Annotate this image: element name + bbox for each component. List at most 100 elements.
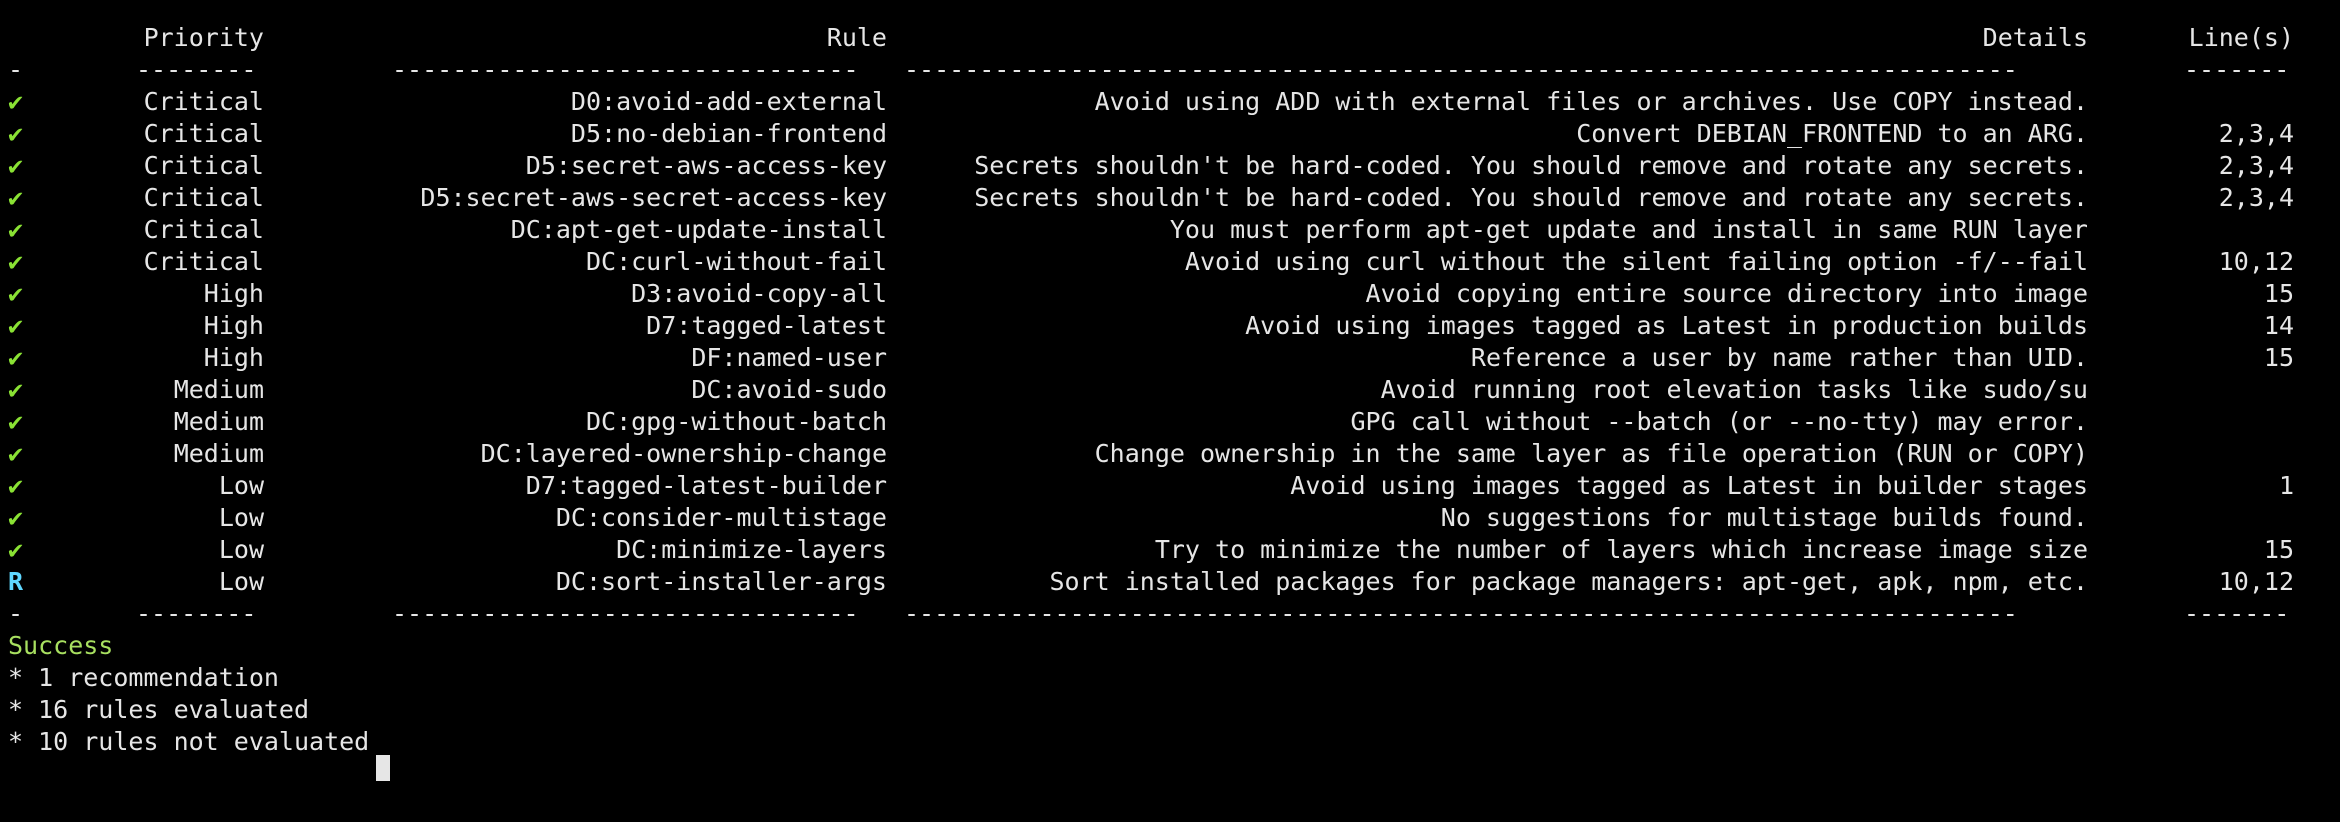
- check-mark-icon: ✔: [8, 215, 24, 244]
- result-status: Success: [8, 631, 114, 660]
- row-rule: DC:avoid-sudo: [691, 375, 887, 404]
- check-mark-icon: ✔: [8, 503, 24, 532]
- header-rule: Rule: [826, 23, 887, 52]
- row-lines: 10,12: [2218, 247, 2294, 276]
- row-rule: D0:avoid-add-external: [570, 87, 887, 116]
- check-mark-icon: ✔: [8, 375, 24, 404]
- header-priority: Priority: [143, 23, 264, 52]
- row-rule: D7:tagged-latest: [646, 311, 887, 340]
- check-mark-icon: ✔: [8, 407, 24, 436]
- row-priority: Low: [218, 535, 264, 564]
- summary-recommendations: * 1 recommendation: [8, 663, 279, 692]
- row-rule: D5:secret-aws-secret-access-key: [420, 183, 887, 212]
- row-rule: DC:consider-multistage: [555, 503, 887, 532]
- check-mark-icon: ✔: [8, 535, 24, 564]
- row-priority: High: [203, 311, 264, 340]
- row-details: Avoid using ADD with external files or a…: [1094, 87, 2088, 116]
- row-details: Avoid using curl without the silent fail…: [1184, 247, 2088, 276]
- row-lines: 1: [2278, 471, 2294, 500]
- table-header: Priority Rule Details Line(s): [0, 22, 2340, 54]
- row-priority: Low: [218, 471, 264, 500]
- check-mark-icon: ✔: [8, 279, 24, 308]
- separator-details: ----------------------------------------…: [904, 55, 2018, 84]
- table-row: ✔ Critical D5:secret-aws-secret-access-k…: [0, 182, 2340, 214]
- check-mark-icon: ✔: [8, 183, 24, 212]
- row-lines: 15: [2263, 343, 2294, 372]
- check-mark-icon: ✔: [8, 87, 24, 116]
- separator-priority: --------: [136, 599, 257, 628]
- table-separator-bottom: - -------- -----------------------------…: [0, 598, 2340, 630]
- row-details: Reference a user by name rather than UID…: [1470, 343, 2088, 372]
- table-row: ✔ High DF:named-user Reference a user by…: [0, 342, 2340, 374]
- check-mark-icon: ✔: [8, 311, 24, 340]
- row-details: Change ownership in the same layer as fi…: [1094, 439, 2088, 468]
- row-rule: DC:curl-without-fail: [585, 247, 887, 276]
- table-row: ✔ Critical D5:secret-aws-access-key Secr…: [0, 150, 2340, 182]
- row-rule: D5:no-debian-frontend: [570, 119, 887, 148]
- row-lines: 2,3,4: [2218, 183, 2294, 212]
- row-rule: DC:sort-installer-args: [555, 567, 887, 596]
- table-row: ✔ Medium DC:layered-ownership-change Cha…: [0, 438, 2340, 470]
- row-details: Convert DEBIAN_FRONTEND to an ARG.: [1576, 119, 2088, 148]
- check-mark-icon: ✔: [8, 471, 24, 500]
- row-priority: Medium: [173, 375, 264, 404]
- row-lines: 2,3,4: [2218, 119, 2294, 148]
- table-row: ✔ Critical D0:avoid-add-external Avoid u…: [0, 86, 2340, 118]
- row-lines: 15: [2263, 279, 2294, 308]
- row-lines: 10,12: [2218, 567, 2294, 596]
- row-details: Secrets shouldn't be hard-coded. You sho…: [974, 183, 2088, 212]
- row-priority: Medium: [173, 407, 264, 436]
- row-lines: 15: [2263, 535, 2294, 564]
- row-priority: Critical: [143, 215, 264, 244]
- table-row: ✔ Medium DC:gpg-without-batch GPG call w…: [0, 406, 2340, 438]
- row-priority: Critical: [143, 183, 264, 212]
- row-rule: D3:avoid-copy-all: [631, 279, 887, 308]
- text-cursor[interactable]: [376, 755, 390, 781]
- separator-lines: -------: [2184, 599, 2290, 628]
- row-priority: Critical: [143, 247, 264, 276]
- row-priority: Critical: [143, 119, 264, 148]
- row-details: Avoid running root elevation tasks like …: [1380, 375, 2088, 404]
- row-priority: High: [203, 279, 264, 308]
- separator-lines: -------: [2184, 55, 2290, 84]
- row-details: You must perform apt-get update and inst…: [1169, 215, 2088, 244]
- row-priority: High: [203, 343, 264, 372]
- check-mark-icon: ✔: [8, 151, 24, 180]
- table-row: ✔ High D3:avoid-copy-all Avoid copying e…: [0, 278, 2340, 310]
- check-mark-icon: ✔: [8, 343, 24, 372]
- separator-rule: -------------------------------: [392, 599, 859, 628]
- table-row: ✔ Critical D5:no-debian-frontend Convert…: [0, 118, 2340, 150]
- row-lines: 14: [2263, 311, 2294, 340]
- row-rule: DC:gpg-without-batch: [585, 407, 887, 436]
- separator-rule: -------------------------------: [392, 55, 859, 84]
- header-details: Details: [1982, 23, 2088, 52]
- check-mark-icon: ✔: [8, 439, 24, 468]
- separator-details: ----------------------------------------…: [904, 599, 2018, 628]
- shell-prompt[interactable]: [8, 752, 390, 784]
- row-rule: D5:secret-aws-access-key: [525, 151, 887, 180]
- row-rule: D7:tagged-latest-builder: [525, 471, 887, 500]
- row-priority: Critical: [143, 151, 264, 180]
- row-priority: Low: [218, 503, 264, 532]
- row-details: Sort installed packages for package mana…: [1049, 567, 2088, 596]
- row-details: Try to minimize the number of layers whi…: [1154, 535, 2088, 564]
- table-row: ✔ Low DC:minimize-layers Try to minimize…: [0, 534, 2340, 566]
- table-row: ✔ Critical DC:curl-without-fail Avoid us…: [0, 246, 2340, 278]
- table-row: ✔ Critical DC:apt-get-update-install You…: [0, 214, 2340, 246]
- row-details: Avoid copying entire source directory in…: [1365, 279, 2088, 308]
- check-mark-icon: ✔: [8, 247, 24, 276]
- separator-status: -: [8, 599, 24, 628]
- check-mark-icon: ✔: [8, 119, 24, 148]
- row-rule: DC:apt-get-update-install: [510, 215, 887, 244]
- row-rule: DC:layered-ownership-change: [480, 439, 887, 468]
- row-details: Secrets shouldn't be hard-coded. You sho…: [974, 151, 2088, 180]
- table-row: ✔ Medium DC:avoid-sudo Avoid running roo…: [0, 374, 2340, 406]
- row-priority: Low: [218, 567, 264, 596]
- row-details: GPG call without --batch (or --no-tty) m…: [1350, 407, 2088, 436]
- row-rule: DC:minimize-layers: [616, 535, 887, 564]
- row-lines: 2,3,4: [2218, 151, 2294, 180]
- table-row: ✔ Low D7:tagged-latest-builder Avoid usi…: [0, 470, 2340, 502]
- row-details: No suggestions for multistage builds fou…: [1440, 503, 2088, 532]
- row-priority: Medium: [173, 439, 264, 468]
- terminal-window[interactable]: Priority Rule Details Line(s) - --------…: [0, 0, 2340, 781]
